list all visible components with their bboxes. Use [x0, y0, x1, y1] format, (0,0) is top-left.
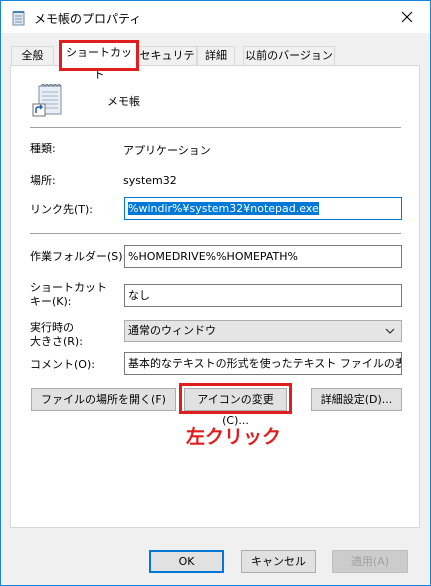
- cancel-button[interactable]: キャンセル: [241, 550, 316, 573]
- shortcut-panel: メモ帳 種類: アプリケーション 場所: system32 リンク先(T): %…: [10, 65, 420, 528]
- run-select-value: 通常のウィンドウ: [128, 324, 216, 337]
- notepad-icon: [12, 11, 25, 26]
- app-name: メモ帳: [107, 95, 140, 108]
- change-icon-button[interactable]: アイコンの変更(C)...: [184, 388, 287, 427]
- properties-dialog: メモ帳のプロパティ 全般 ショートカット セキュリティ 詳細 以前のバージョン …: [0, 0, 431, 586]
- run-select[interactable]: 通常のウィンドウ: [124, 320, 402, 342]
- tab-security[interactable]: セキュリティ: [137, 46, 197, 80]
- start-in-field[interactable]: %HOMEDRIVE%%HOMEPATH%: [124, 245, 402, 268]
- location-label: 場所:: [30, 174, 56, 187]
- type-label: 種類:: [30, 142, 56, 155]
- comment-field[interactable]: 基本的なテキストの形式を使ったテキスト ファイルの表示と編: [124, 352, 402, 375]
- window-title: メモ帳のプロパティ: [34, 12, 142, 26]
- run-label-line2: 大きさ(R):: [30, 335, 83, 348]
- separator: [30, 127, 401, 128]
- open-file-location-button[interactable]: ファイルの場所を開く(F): [31, 388, 176, 411]
- start-in-label: 作業フォルダー(S):: [30, 250, 127, 263]
- tab-previous-versions[interactable]: 以前のバージョン: [243, 46, 335, 65]
- notepad-shortcut-icon: [32, 84, 62, 117]
- run-label-line1: 実行時の: [30, 321, 74, 334]
- click-annotation: 左クリック: [186, 426, 282, 448]
- tab-strip: 全般 ショートカット セキュリティ 詳細 以前のバージョン: [1, 41, 430, 81]
- tab-general[interactable]: 全般: [11, 46, 54, 65]
- target-field[interactable]: %windir%¥system32¥notepad.exe: [124, 197, 402, 220]
- shortcut-key-field[interactable]: なし: [124, 284, 402, 307]
- apply-button[interactable]: 適用(A): [332, 550, 408, 573]
- tab-shortcut[interactable]: ショートカット: [61, 41, 137, 81]
- close-button[interactable]: [384, 1, 430, 33]
- advanced-button[interactable]: 詳細設定(D)...: [311, 388, 402, 411]
- location-value: system32: [123, 174, 177, 187]
- tab-details[interactable]: 詳細: [197, 46, 235, 65]
- chevron-down-icon: [385, 328, 395, 334]
- target-label: リンク先(T):: [30, 203, 94, 216]
- comment-label: コメント(O):: [30, 358, 95, 371]
- shortcut-key-label-line2: キー(K):: [30, 295, 72, 308]
- separator: [30, 233, 401, 234]
- shortcut-key-label-line1: ショートカット: [30, 281, 107, 294]
- ok-button[interactable]: OK: [149, 550, 224, 573]
- target-value: %windir%¥system32¥notepad.exe: [128, 202, 319, 215]
- type-value: アプリケーション: [123, 144, 211, 157]
- title-bar: メモ帳のプロパティ: [1, 1, 430, 33]
- close-icon: [401, 11, 413, 23]
